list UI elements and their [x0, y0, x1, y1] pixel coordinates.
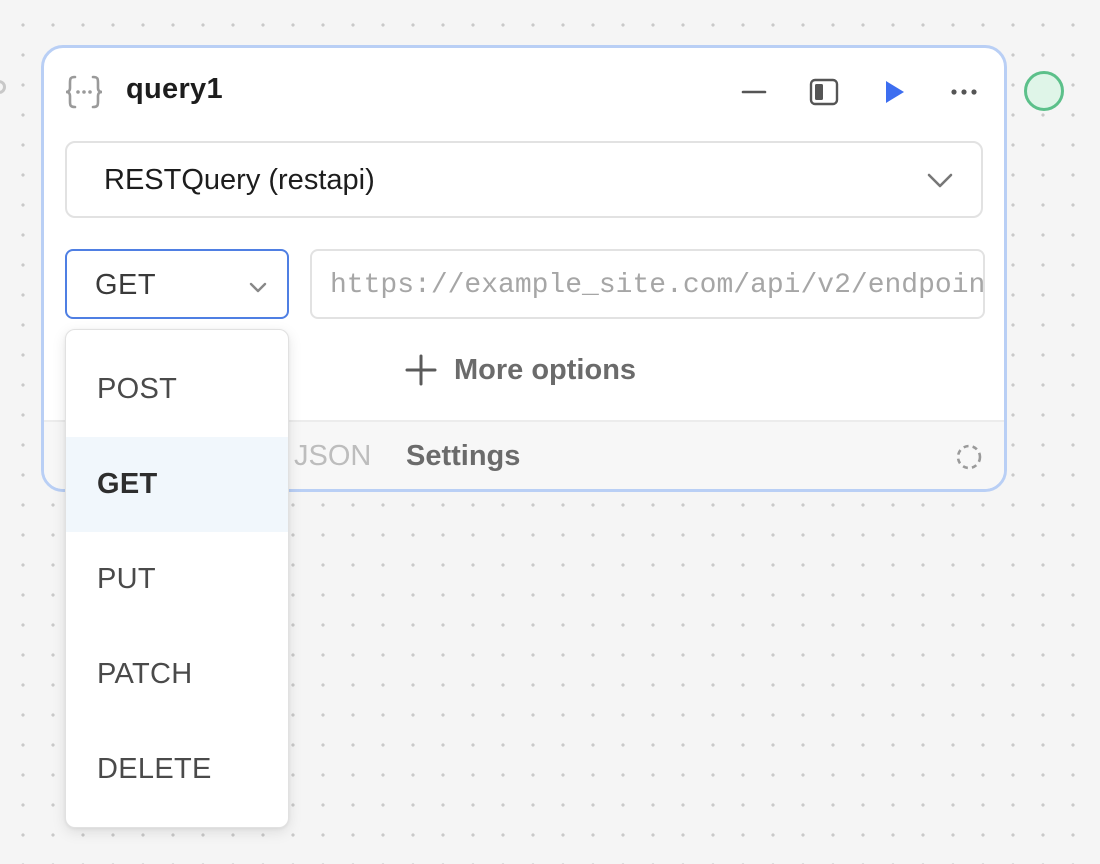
tab-settings[interactable]: Settings [406, 440, 520, 473]
query-name[interactable]: query1 [126, 73, 223, 106]
method-select[interactable]: GET [65, 249, 289, 319]
resource-label: RESTQuery (restapi) [104, 164, 375, 196]
method-option-label: GET [97, 468, 158, 500]
method-option-get[interactable]: GET [66, 437, 288, 532]
more-icon [951, 89, 977, 95]
input-port[interactable] [0, 80, 6, 94]
method-option-patch[interactable]: PATCH [66, 627, 288, 722]
more-options-button[interactable]: More options [404, 348, 636, 392]
play-icon [886, 81, 904, 103]
tab-json[interactable]: JSON [294, 440, 371, 473]
resource-select[interactable]: RESTQuery (restapi) [65, 141, 983, 218]
method-option-label: DELETE [97, 753, 212, 785]
code-braces-icon [65, 75, 103, 109]
minimize-button[interactable] [734, 72, 774, 112]
method-option-put[interactable]: PUT [66, 532, 288, 627]
method-option-label: PATCH [97, 658, 193, 690]
panel-icon [809, 78, 839, 106]
method-option-label: POST [97, 373, 178, 405]
method-dropdown-menu: POST GET PUT PATCH DELETE [65, 329, 289, 828]
chevron-down-icon [249, 282, 267, 293]
plus-icon [405, 354, 437, 386]
output-port-status[interactable] [1024, 71, 1064, 111]
more-options-label: More options [454, 353, 637, 386]
method-option-delete[interactable]: DELETE [66, 722, 288, 817]
method-label: GET [95, 269, 157, 301]
method-option-post[interactable]: POST [66, 342, 288, 437]
query-header: query1 [44, 48, 1004, 138]
url-input[interactable]: https://example_site.com/api/v2/endpoint [310, 249, 985, 319]
minimize-icon [741, 90, 767, 94]
more-actions-button[interactable] [944, 72, 984, 112]
toggle-panel-button[interactable] [804, 72, 844, 112]
url-placeholder: https://example_site.com/api/v2/endpoint [330, 270, 985, 301]
loading-spinner-icon [956, 444, 982, 470]
chevron-down-icon [927, 173, 953, 188]
run-query-button[interactable] [874, 72, 914, 112]
method-option-label: PUT [97, 563, 156, 595]
